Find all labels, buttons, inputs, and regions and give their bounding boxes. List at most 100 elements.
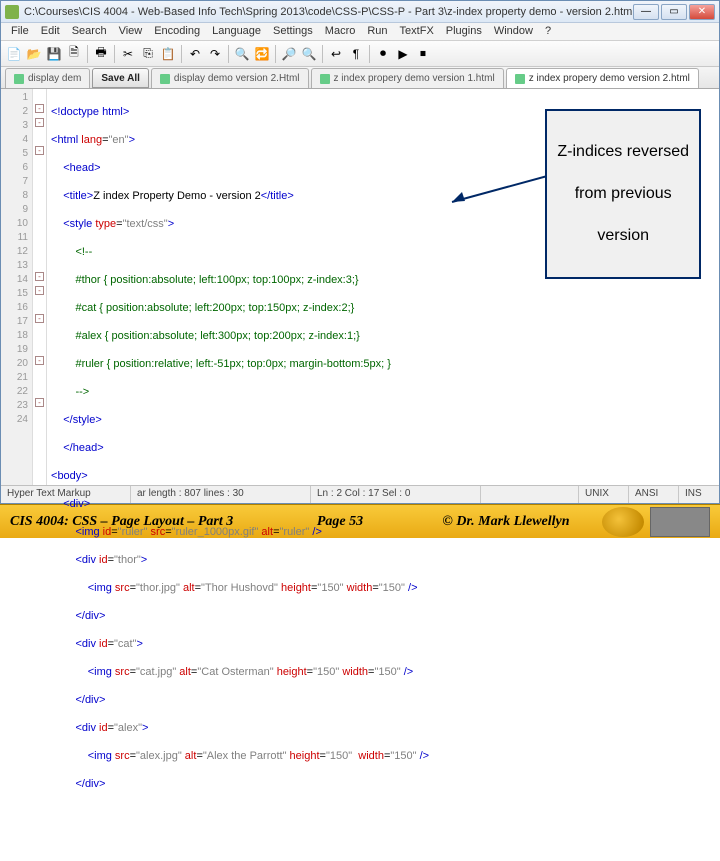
undo-icon[interactable]: ↶ xyxy=(186,45,204,63)
saveall-icon[interactable]: 🗎 xyxy=(65,45,83,63)
code-line: </div> xyxy=(51,693,715,707)
save-icon[interactable]: 💾 xyxy=(45,45,63,63)
menubar: File Edit Search View Encoding Language … xyxy=(1,23,719,41)
menu-textfx[interactable]: TextFX xyxy=(394,23,440,40)
code-line: <img src="alex.jpg" alt="Alex the Parrot… xyxy=(51,749,715,763)
line-number: 15 xyxy=(1,287,28,301)
code-area[interactable]: <!doctype html> <html lang="en"> <head> … xyxy=(47,89,719,485)
zoomin-icon[interactable]: 🔎 xyxy=(280,45,298,63)
showchars-icon[interactable]: ¶ xyxy=(347,45,365,63)
saveall-button[interactable]: Save All xyxy=(92,68,149,88)
find-icon[interactable]: 🔍 xyxy=(233,45,251,63)
menu-search[interactable]: Search xyxy=(66,23,113,40)
fold-gutter: - - - - - - - - xyxy=(33,89,47,485)
code-editor[interactable]: 1 2 3 4 5 6 7 8 9 10 11 12 13 14 15 16 1… xyxy=(1,89,719,485)
menu-language[interactable]: Language xyxy=(206,23,267,40)
line-number: 19 xyxy=(1,343,28,357)
tab-display-demo-v2[interactable]: display demo version 2.Html xyxy=(151,68,309,88)
line-number: 16 xyxy=(1,301,28,315)
wordwrap-icon[interactable]: ↩ xyxy=(327,45,345,63)
separator xyxy=(322,45,323,63)
file-icon xyxy=(14,74,24,84)
menu-run[interactable]: Run xyxy=(361,23,393,40)
line-number: 2 xyxy=(1,105,28,119)
code-line: <img src="cat.jpg" alt="Cat Osterman" he… xyxy=(51,665,715,679)
minimize-button[interactable]: — xyxy=(633,4,659,20)
fold-toggle[interactable]: - xyxy=(35,272,44,281)
line-number: 10 xyxy=(1,217,28,231)
file-icon xyxy=(320,74,330,84)
code-line: <img src="thor.jpg" alt="Thor Hushovd" h… xyxy=(51,581,715,595)
menu-plugins[interactable]: Plugins xyxy=(440,23,488,40)
line-number: 13 xyxy=(1,259,28,273)
line-number: 20 xyxy=(1,357,28,371)
line-number: 9 xyxy=(1,203,28,217)
fold-toggle[interactable]: - xyxy=(35,314,44,323)
line-number: 18 xyxy=(1,329,28,343)
record-icon[interactable]: ⏺ xyxy=(374,45,392,63)
line-number: 6 xyxy=(1,161,28,175)
code-line: --> xyxy=(51,385,715,399)
tab-zindex-v1[interactable]: z index propery demo version 1.html xyxy=(311,68,504,88)
toolbar: 📄 📂 💾 🗎 🖶 ✂ ⎘ 📋 ↶ ↷ 🔍 🔁 🔎 🔍 ↩ ¶ ⏺ ▶ ⏹ xyxy=(1,41,719,67)
cut-icon[interactable]: ✂ xyxy=(119,45,137,63)
titlebar[interactable]: C:\Courses\CIS 4004 - Web-Based Info Tec… xyxy=(1,1,719,23)
annotation-text: Z-indices reversed xyxy=(557,145,689,159)
redo-icon[interactable]: ↷ xyxy=(206,45,224,63)
fold-toggle[interactable]: - xyxy=(35,398,44,407)
separator xyxy=(228,45,229,63)
paste-icon[interactable]: 📋 xyxy=(159,45,177,63)
print-icon[interactable]: 🖶 xyxy=(92,45,110,63)
menu-encoding[interactable]: Encoding xyxy=(148,23,206,40)
zoomout-icon[interactable]: 🔍 xyxy=(300,45,318,63)
line-number: 23 xyxy=(1,399,28,413)
app-icon xyxy=(5,5,19,19)
ucf-logo-icon xyxy=(602,507,644,537)
code-line: #alex { position:absolute; left:300px; t… xyxy=(51,329,715,343)
fold-toggle[interactable]: - xyxy=(35,118,44,127)
separator xyxy=(275,45,276,63)
menu-window[interactable]: Window xyxy=(488,23,539,40)
play-icon[interactable]: ▶ xyxy=(394,45,412,63)
code-line: <div id="alex"> xyxy=(51,721,715,735)
close-button[interactable]: ✕ xyxy=(689,4,715,20)
separator xyxy=(114,45,115,63)
line-gutter: 1 2 3 4 5 6 7 8 9 10 11 12 13 14 15 16 1… xyxy=(1,89,33,485)
line-number: 17 xyxy=(1,315,28,329)
fold-toggle[interactable]: - xyxy=(35,286,44,295)
copy-icon[interactable]: ⎘ xyxy=(139,45,157,63)
file-icon xyxy=(515,74,525,84)
separator xyxy=(369,45,370,63)
tab-zindex-v2[interactable]: z index propery demo version 2.html xyxy=(506,68,699,88)
line-number: 7 xyxy=(1,175,28,189)
line-number: 21 xyxy=(1,371,28,385)
line-number: 22 xyxy=(1,385,28,399)
menu-help[interactable]: ? xyxy=(539,23,557,40)
fold-toggle[interactable]: - xyxy=(35,356,44,365)
fold-toggle[interactable]: - xyxy=(35,146,44,155)
menu-view[interactable]: View xyxy=(113,23,149,40)
menu-settings[interactable]: Settings xyxy=(267,23,319,40)
tab-label: z index propery demo version 1.html xyxy=(334,73,495,84)
menu-macro[interactable]: Macro xyxy=(319,23,362,40)
stop-icon[interactable]: ⏹ xyxy=(414,45,432,63)
code-line: </head> xyxy=(51,441,715,455)
open-icon[interactable]: 📂 xyxy=(25,45,43,63)
maximize-button[interactable]: ▭ xyxy=(661,4,687,20)
menu-edit[interactable]: Edit xyxy=(35,23,66,40)
tab-label: display demo version 2.Html xyxy=(174,73,300,84)
code-line: <div id="thor"> xyxy=(51,553,715,567)
line-number: 8 xyxy=(1,189,28,203)
menu-file[interactable]: File xyxy=(5,23,35,40)
replace-icon[interactable]: 🔁 xyxy=(253,45,271,63)
file-icon xyxy=(160,74,170,84)
code-line: <div id="cat"> xyxy=(51,637,715,651)
line-number: 3 xyxy=(1,119,28,133)
annotation-text: from previous xyxy=(557,187,689,201)
code-line: </style> xyxy=(51,413,715,427)
tab-display-demo[interactable]: display dem xyxy=(5,68,90,88)
code-line: <body> xyxy=(51,469,715,483)
fold-toggle[interactable]: - xyxy=(35,104,44,113)
new-icon[interactable]: 📄 xyxy=(5,45,23,63)
line-number: 24 xyxy=(1,413,28,427)
